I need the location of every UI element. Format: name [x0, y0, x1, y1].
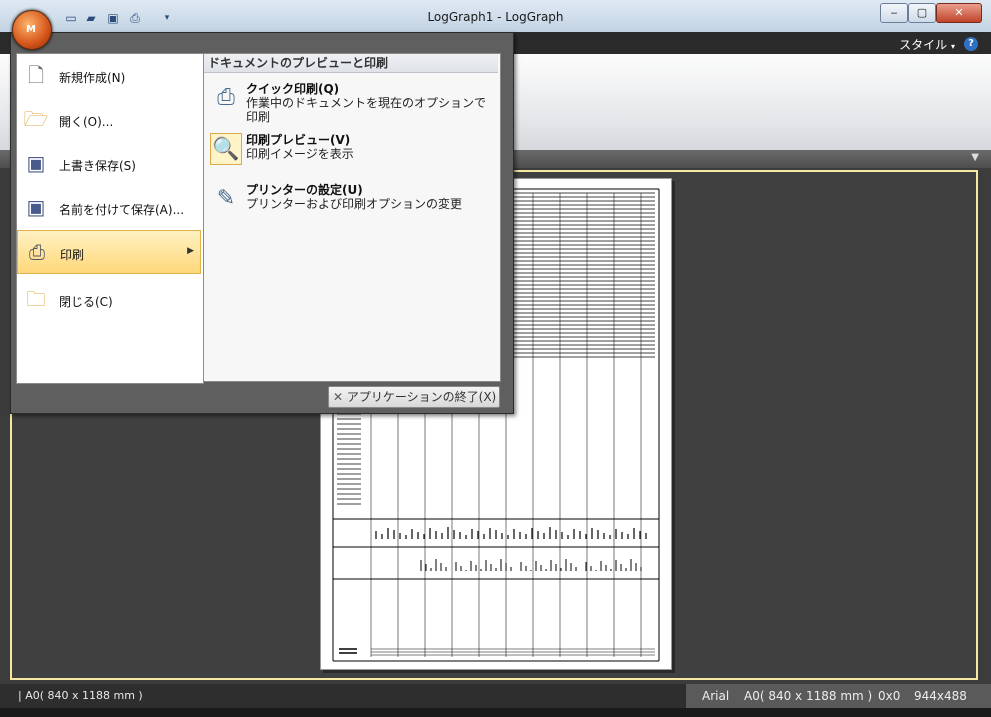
exit-label: アプリケーションの終了(X) — [346, 390, 497, 404]
submenu-arrow-icon: ▶ — [187, 246, 194, 256]
style-menu[interactable]: スタイル ▾ — [899, 36, 955, 53]
menu-item-save[interactable]: ▣ 上書き保存(S) — [17, 142, 201, 186]
quick-print-item[interactable]: ⎙ クイック印刷(Q) 作業中のドキュメントを現在のオプションで印刷 — [206, 78, 496, 126]
chevron-down-icon: ▾ — [950, 42, 955, 51]
app-logo-icon: M — [26, 24, 36, 35]
status-paper-left: | A0( 840 x 1188 mm ) — [18, 689, 143, 702]
taskbar-edge — [0, 708, 991, 717]
close-button[interactable]: ✕ — [936, 3, 982, 23]
minimize-button[interactable]: ‒ — [880, 3, 908, 23]
close-folder-icon: 🗀 — [26, 287, 46, 311]
window-title: LogGraph1 - LogGraph — [427, 10, 564, 24]
save-icon: ▣ — [26, 151, 46, 175]
menu-item-label: 新規作成(N) — [59, 71, 126, 85]
status-paper: A0( 840 x 1188 mm ) — [744, 689, 873, 703]
exit-application-button[interactable]: ✕ アプリケーションの終了(X) — [328, 386, 500, 408]
style-label: スタイル — [899, 38, 948, 52]
help-icon[interactable]: ? — [964, 37, 978, 51]
menu-item-save-as[interactable]: ▣ 名前を付けて保存(A)... — [17, 186, 201, 230]
sub-item-title: 印刷プレビュー(V) — [246, 133, 351, 147]
close-icon: ✕ — [333, 390, 344, 404]
quick-print-icon: ⎙ — [217, 85, 235, 110]
open-icon[interactable]: ▰ — [84, 11, 98, 25]
menu-item-close[interactable]: 🗀 閉じる(C) — [17, 278, 201, 322]
customize-icon[interactable]: ▾ — [160, 11, 174, 25]
status-size: 944x488 — [914, 689, 967, 703]
menu-item-new[interactable]: 🗋 新規作成(N) — [17, 54, 201, 98]
maximize-button[interactable]: ▢ — [908, 3, 936, 23]
printer-settings-item[interactable]: ✎ プリンターの設定(U) プリンターおよび印刷オプションの変更 — [206, 179, 496, 227]
menu-item-label: 印刷 — [60, 248, 85, 262]
print-panel-header: ドキュメントのプレビューと印刷 — [204, 54, 498, 73]
menu-item-open[interactable]: 🗁 開く(O)... — [17, 98, 201, 142]
print-icon: ⎙ — [29, 240, 45, 264]
new-icon[interactable]: ▭ — [64, 11, 78, 25]
sub-item-desc: 印刷イメージを表示 — [246, 147, 354, 161]
status-right-panel: Arial A0( 840 x 1188 mm ) 0x0 944x488 — [686, 684, 991, 708]
new-document-icon: 🗋 — [27, 63, 45, 87]
save-icon[interactable]: ▣ — [106, 11, 120, 25]
print-preview-item[interactable]: 🔍 印刷プレビュー(V) 印刷イメージを表示 — [206, 129, 496, 177]
menu-item-label: 閉じる(C) — [59, 295, 113, 309]
print-preview-icon: 🔍 — [210, 133, 242, 165]
menu-item-label: 名前を付けて保存(A)... — [59, 203, 185, 217]
save-as-icon: ▣ — [26, 195, 46, 219]
status-position: 0x0 — [878, 689, 901, 703]
tab-list-chevron-icon[interactable]: ▼ — [971, 152, 979, 163]
open-folder-icon: 🗁 — [23, 107, 49, 131]
status-font: Arial — [702, 689, 730, 703]
sub-item-desc: 作業中のドキュメントを現在のオプションで印刷 — [246, 96, 487, 124]
print-icon[interactable]: ⎙ — [128, 11, 142, 25]
sub-item-desc: プリンターおよび印刷オプションの変更 — [246, 197, 463, 211]
menu-item-print[interactable]: ⎙ 印刷 ▶ — [17, 230, 201, 274]
sub-item-title: クイック印刷(Q) — [246, 82, 340, 96]
sub-item-title: プリンターの設定(U) — [246, 183, 363, 197]
printer-settings-icon: ✎ — [216, 186, 236, 211]
menu-item-label: 開く(O)... — [59, 115, 114, 129]
menu-item-label: 上書き保存(S) — [59, 159, 136, 173]
